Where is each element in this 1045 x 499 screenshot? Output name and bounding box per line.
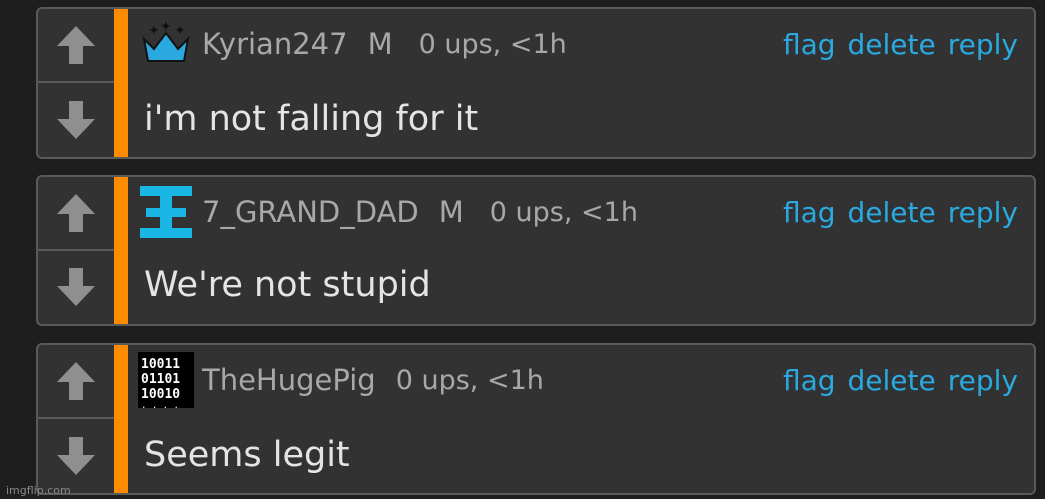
username-link[interactable]: 7_GRAND_DAD bbox=[202, 195, 419, 229]
upvote-button[interactable] bbox=[38, 9, 114, 83]
arrow-down-icon bbox=[57, 268, 95, 307]
delete-link[interactable]: delete bbox=[848, 364, 936, 397]
svg-text:✦: ✦ bbox=[160, 21, 172, 35]
comment-actions: flag delete reply bbox=[783, 28, 1018, 61]
highlight-bar bbox=[114, 345, 128, 493]
vote-column bbox=[38, 345, 116, 493]
downvote-button[interactable] bbox=[38, 251, 114, 325]
flag-link[interactable]: flag bbox=[783, 364, 836, 397]
username-link[interactable]: TheHugePig bbox=[202, 363, 376, 397]
arrow-up-icon bbox=[57, 193, 95, 232]
flag-link[interactable]: flag bbox=[783, 196, 836, 229]
vote-column bbox=[38, 9, 116, 157]
svg-text:01101: 01101 bbox=[141, 372, 180, 387]
upvote-count: 0 ups, <1h bbox=[489, 196, 638, 228]
comment: 10011 01101 10010 . . . . TheHugePig 0 u… bbox=[36, 343, 1036, 495]
comment-actions: flag delete reply bbox=[783, 364, 1018, 397]
crown-icon: ✦ ✦ ✦ bbox=[138, 16, 194, 72]
svg-text:✦: ✦ bbox=[148, 23, 160, 39]
comment-actions: flag delete reply bbox=[783, 196, 1018, 229]
arrow-up-icon bbox=[57, 362, 95, 400]
svg-text:10011: 10011 bbox=[141, 357, 180, 372]
upvote-count: 0 ups, <1h bbox=[395, 364, 544, 396]
comment-text: We're not stupid bbox=[144, 265, 431, 305]
binary-icon: 10011 01101 10010 . . . . bbox=[138, 352, 194, 408]
mod-badge: M bbox=[438, 195, 464, 229]
comment-text: Seems legit bbox=[144, 435, 350, 475]
reply-link[interactable]: reply bbox=[948, 28, 1018, 61]
delete-link[interactable]: delete bbox=[848, 28, 936, 61]
svg-text:. . . .: . . . . bbox=[141, 401, 179, 408]
highlight-bar bbox=[114, 177, 128, 324]
arrow-down-icon bbox=[57, 437, 95, 475]
downvote-button[interactable] bbox=[38, 83, 114, 157]
upvote-count: 0 ups, <1h bbox=[418, 28, 567, 60]
vote-column bbox=[38, 177, 116, 324]
reply-link[interactable]: reply bbox=[948, 196, 1018, 229]
highlight-bar bbox=[114, 9, 128, 157]
username-link[interactable]: Kyrian247 bbox=[202, 27, 348, 61]
delete-link[interactable]: delete bbox=[848, 196, 936, 229]
comment-header: ✦ ✦ ✦ Kyrian247 M 0 ups, <1h flag delete… bbox=[138, 15, 1018, 73]
mod-badge: M bbox=[367, 27, 393, 61]
upvote-button[interactable] bbox=[38, 345, 114, 419]
arrow-down-icon bbox=[57, 101, 95, 139]
flag-link[interactable]: flag bbox=[783, 28, 836, 61]
comment-text: i'm not falling for it bbox=[144, 99, 479, 139]
reply-link[interactable]: reply bbox=[948, 364, 1018, 397]
comment: 7_GRAND_DAD M 0 ups, <1h flag delete rep… bbox=[36, 175, 1036, 326]
comment: ✦ ✦ ✦ Kyrian247 M 0 ups, <1h flag delete… bbox=[36, 7, 1036, 159]
comment-header: 7_GRAND_DAD M 0 ups, <1h flag delete rep… bbox=[138, 183, 1018, 241]
upvote-button[interactable] bbox=[38, 177, 114, 251]
downvote-button[interactable] bbox=[38, 419, 114, 493]
svg-text:✦: ✦ bbox=[174, 23, 186, 39]
grand-dad-icon bbox=[138, 184, 194, 240]
svg-text:10010: 10010 bbox=[141, 387, 180, 402]
comment-header: 10011 01101 10010 . . . . TheHugePig 0 u… bbox=[138, 351, 1018, 409]
watermark: imgflip.com bbox=[6, 484, 71, 497]
arrow-up-icon bbox=[57, 26, 95, 64]
